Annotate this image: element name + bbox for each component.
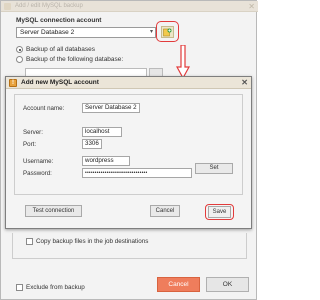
add-account-icon: [163, 28, 172, 36]
account-select[interactable]: Server Database 2 ▾: [16, 27, 156, 38]
add-mysql-account-dialog: ! Add new MySQL account ✕ Account name: …: [5, 76, 252, 229]
background-titlebar: Add / edit MySQL backup ✕: [1, 1, 258, 12]
red-down-arrow: [176, 45, 190, 79]
account-settings-panel: Account name: Server Database 2 Server: …: [14, 94, 243, 195]
copy-backup-label: Copy backup files in the job destination…: [36, 238, 149, 245]
warning-app-icon: !: [9, 79, 17, 87]
dialog-titlebar: ! Add new MySQL account ✕: [6, 77, 251, 89]
mysql-connection-label: MySQL connection account: [16, 17, 102, 24]
test-connection-button[interactable]: Test connection: [25, 205, 82, 217]
chevron-down-icon: ▾: [149, 29, 153, 35]
backup-following-label: Backup of the following database:: [26, 56, 124, 63]
save-button[interactable]: Save: [208, 206, 231, 218]
set-button[interactable]: Set: [195, 163, 233, 174]
backup-all-radio[interactable]: [16, 46, 23, 53]
options-group: Copy backup files in the job destination…: [12, 233, 247, 259]
ok-button[interactable]: OK: [206, 277, 249, 292]
account-name-input[interactable]: Server Database 2: [82, 103, 140, 113]
close-icon[interactable]: ✕: [248, 2, 255, 11]
exclude-backup-checkbox[interactable]: [16, 284, 23, 291]
dialog-cancel-button[interactable]: Cancel: [150, 205, 180, 217]
exclude-backup-label: Exclude from backup: [26, 284, 85, 291]
app-icon: [4, 3, 11, 10]
cancel-button[interactable]: Cancel: [157, 277, 200, 292]
port-label: Port:: [23, 141, 37, 148]
copy-backup-checkbox[interactable]: [26, 238, 33, 245]
backup-all-label: Backup of all databases: [26, 46, 96, 53]
background-window-title: Add / edit MySQL backup: [15, 3, 83, 9]
dialog-title: Add new MySQL account: [21, 79, 99, 86]
server-input[interactable]: localhost: [82, 127, 122, 137]
username-label: Username:: [23, 158, 54, 165]
account-name-label: Account name:: [23, 105, 65, 112]
server-label: Server:: [23, 129, 43, 136]
add-account-button[interactable]: [161, 26, 174, 38]
backup-following-radio[interactable]: [16, 56, 23, 63]
account-select-value: Server Database 2: [20, 29, 75, 36]
port-input[interactable]: 3306: [82, 139, 102, 149]
password-input[interactable]: ••••••••••••••••••••••••••••••••: [82, 168, 192, 178]
username-input[interactable]: wordpress: [82, 156, 130, 166]
password-label: Password:: [23, 170, 52, 177]
close-icon[interactable]: ✕: [241, 78, 248, 88]
